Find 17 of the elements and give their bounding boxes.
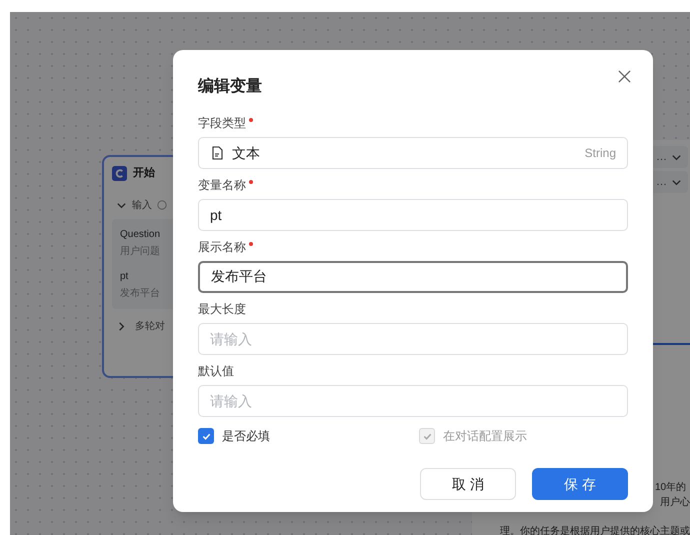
variable-description: 发布平台 <box>120 286 160 300</box>
field-label: 变量名称 <box>198 177 246 194</box>
node-title: 开始 <box>133 166 155 181</box>
dialog-title: 编辑变量 <box>198 76 262 97</box>
checkbox-label: 在对话配置展示 <box>443 428 527 445</box>
section-label: 多轮对 <box>135 320 165 334</box>
section-label: 输入 <box>132 198 152 212</box>
field-label: 最大长度 <box>198 301 246 318</box>
prompt-text: 10年的 <box>655 481 686 494</box>
field-label: 字段类型 <box>198 115 246 132</box>
variable-description: 用户问题 <box>120 244 160 258</box>
field-label: 展示名称 <box>198 239 246 256</box>
field-label: 默认值 <box>198 363 234 380</box>
checkbox-label: 是否必填 <box>222 428 270 445</box>
variable-name: Question <box>120 228 160 242</box>
variable-name: pt <box>120 270 128 284</box>
prompt-text: 用户心 <box>660 496 690 509</box>
